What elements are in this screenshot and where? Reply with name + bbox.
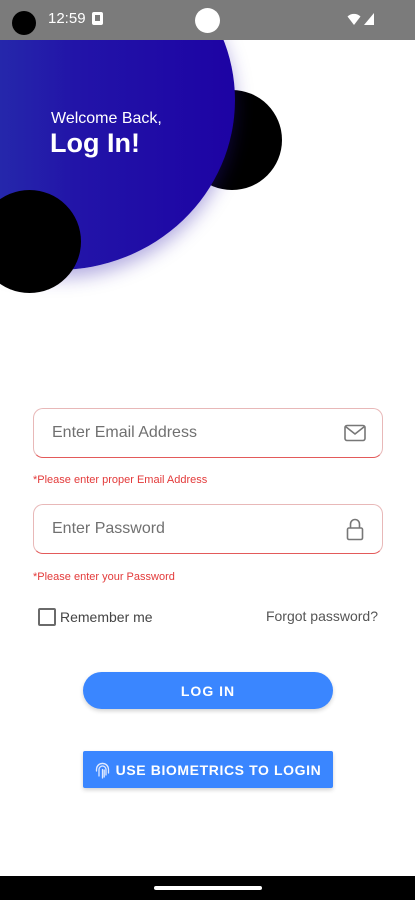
login-button-label: LOG IN [180,682,236,699]
email-field[interactable] [33,408,383,458]
mail-icon [344,424,366,442]
email-input[interactable] [50,409,330,457]
camera-dot [12,11,36,35]
remember-me-row[interactable]: Remember me [38,607,153,627]
welcome-text: Welcome Back, [51,110,162,127]
fingerprint-icon [95,762,109,779]
signal-icon [364,13,374,25]
forgot-password-link[interactable]: Forgot password? [266,608,378,624]
system-nav-bar [0,876,415,900]
password-field[interactable] [33,504,383,554]
password-error: *Please enter your Password [33,571,175,583]
app-notification-icon [92,12,103,25]
password-input[interactable] [50,505,330,553]
status-bar: 12:59 [0,0,415,40]
status-time: 12:59 [48,10,86,27]
login-screen: 12:59 Welcome Back, Log In! *Please ente… [0,0,415,900]
lock-icon [346,518,364,541]
page-title: Log In! [50,128,140,158]
login-button[interactable]: LOG IN [83,672,333,709]
home-indicator[interactable] [154,886,262,890]
wifi-icon [347,13,361,25]
biometrics-button-label: USE BIOMETRICS TO LOGIN [115,761,322,778]
remember-me-checkbox[interactable] [38,608,56,626]
front-camera-cutout [195,8,220,33]
remember-me-label: Remember me [60,609,153,625]
email-error: *Please enter proper Email Address [33,474,208,486]
biometrics-login-button[interactable]: USE BIOMETRICS TO LOGIN [83,751,333,788]
